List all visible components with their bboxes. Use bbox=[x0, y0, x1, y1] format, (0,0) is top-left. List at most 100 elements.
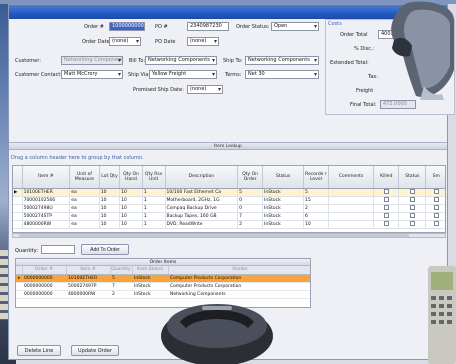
row-checkbox[interactable] bbox=[383, 205, 389, 210]
row-checkbox[interactable] bbox=[433, 213, 439, 218]
order-date-label: Order Date bbox=[82, 39, 110, 45]
table-cell: 10 bbox=[119, 188, 143, 197]
row-indicator bbox=[13, 196, 23, 205]
freight-label: Freight bbox=[356, 88, 374, 94]
column-header[interactable]: Comments bbox=[328, 166, 375, 189]
checkbox-cell bbox=[425, 196, 445, 205]
table-cell: 10 bbox=[119, 220, 143, 229]
column-header[interactable]: Sm bbox=[425, 166, 445, 189]
row-checkbox[interactable] bbox=[433, 221, 439, 226]
table-cell: 10 bbox=[119, 212, 143, 221]
column-header[interactable]: Item # bbox=[22, 166, 71, 189]
row-checkbox[interactable] bbox=[409, 189, 415, 194]
table-cell: DVD, ReadWrite bbox=[165, 220, 239, 229]
column-header[interactable]: Lot Qty bbox=[99, 166, 121, 189]
grid-header-row: Item # Unit of Measure Lot Qty Qty On Hand Q… bbox=[13, 166, 445, 189]
table-cell: ea bbox=[69, 212, 100, 221]
row-checkbox[interactable] bbox=[433, 205, 439, 210]
order-total-label: Order Total bbox=[340, 32, 368, 38]
table-cell: 10 bbox=[119, 204, 143, 213]
column-header[interactable]: Unit of Measure bbox=[69, 166, 100, 189]
customer-select[interactable]: Networking Components bbox=[61, 56, 123, 65]
table-cell: 4800000RW bbox=[22, 220, 71, 229]
ship-to-select[interactable]: Networking Components bbox=[245, 56, 319, 65]
column-header[interactable]: Status bbox=[398, 166, 427, 189]
customer-contact-select[interactable]: Matt McCrory bbox=[61, 70, 123, 79]
add-to-order-button[interactable]: Add To Order bbox=[81, 244, 129, 255]
table-cell: Computer Products Corporation bbox=[168, 274, 310, 283]
comments-cell bbox=[328, 220, 375, 229]
table-cell: Compaq Backup Drive bbox=[165, 204, 239, 213]
table-row[interactable]: 70000102566 ea 10 10 1 Motherboard, 2GHz, 1G 0… bbox=[13, 196, 445, 205]
ship-via-label: Ship Via: bbox=[128, 72, 150, 78]
column-header[interactable]: Item Status bbox=[132, 266, 169, 275]
final-total-field: 472.0000 bbox=[380, 100, 416, 109]
table-row[interactable]: 500027498U ea 10 10 1 Compaq Backup Drive 0 InS… bbox=[13, 204, 445, 213]
row-checkbox[interactable] bbox=[409, 221, 415, 226]
checkbox-cell bbox=[373, 212, 400, 221]
bill-to-select[interactable]: Networking Components bbox=[145, 56, 217, 65]
checkbox-cell bbox=[398, 204, 427, 213]
table-cell: InStock bbox=[262, 204, 304, 213]
row-checkbox[interactable] bbox=[383, 213, 389, 218]
bill-to-label: Bill To: bbox=[129, 58, 146, 64]
quantity-input[interactable] bbox=[41, 245, 75, 254]
order-status-select[interactable]: Open bbox=[271, 22, 319, 31]
column-header[interactable]: Qty On Hand bbox=[119, 166, 143, 189]
table-cell: 1 bbox=[142, 196, 166, 205]
order-items-title: Order Items bbox=[16, 259, 310, 266]
column-header[interactable]: Quantity bbox=[110, 266, 133, 275]
row-checkbox[interactable] bbox=[433, 197, 439, 202]
row-checkbox[interactable] bbox=[409, 205, 415, 210]
table-cell: InStock bbox=[262, 196, 304, 205]
group-by-hint: Drag a column header here to group by th… bbox=[11, 155, 144, 161]
table-cell: 0 bbox=[237, 204, 264, 213]
po-number-field[interactable]: 2340987230 bbox=[187, 22, 229, 31]
column-header[interactable]: Qty Rsv Unit bbox=[142, 166, 166, 189]
column-header[interactable]: Order # bbox=[22, 266, 67, 275]
order-number-field[interactable]: 1000000000 bbox=[109, 22, 145, 31]
table-cell: 10 bbox=[99, 196, 121, 205]
promised-ship-date-picker[interactable]: (none) bbox=[187, 85, 223, 94]
column-header[interactable]: Qty On Order bbox=[237, 166, 264, 189]
checkbox-cell bbox=[398, 196, 427, 205]
grid-horizontal-scrollbar[interactable] bbox=[12, 233, 446, 238]
delete-line-button[interactable]: Delete Line bbox=[17, 345, 61, 356]
list-item[interactable]: 0000000000 500027497P 7 InStock Computer Pro… bbox=[16, 282, 310, 291]
row-checkbox[interactable] bbox=[409, 197, 415, 202]
row-checkbox[interactable] bbox=[383, 189, 389, 194]
list-item[interactable]: ▸ 0000000000 10100ETHER 5 InStock Computer Pr… bbox=[16, 274, 310, 283]
checkbox-cell bbox=[425, 220, 445, 229]
scrollbar-thumb[interactable] bbox=[19, 234, 409, 237]
final-total-label: Final Total: bbox=[350, 102, 377, 108]
column-header[interactable]: Item # bbox=[66, 266, 111, 275]
row-checkbox[interactable] bbox=[409, 213, 415, 218]
row-checkbox[interactable] bbox=[383, 197, 389, 202]
table-cell: 10 bbox=[303, 220, 329, 229]
checkbox-cell bbox=[425, 188, 445, 197]
table-cell: InStock bbox=[132, 282, 168, 291]
po-date-picker[interactable]: (none) bbox=[187, 37, 219, 46]
table-cell: 10 bbox=[119, 196, 143, 205]
po-number-label: PO # bbox=[155, 24, 168, 30]
update-order-button[interactable]: Update Order bbox=[71, 345, 119, 356]
checkbox-cell bbox=[398, 212, 427, 221]
column-header[interactable]: Description bbox=[165, 166, 239, 189]
table-row[interactable]: 4800000RW ea 10 10 1 DVD, ReadWrite 2 InStock 10 bbox=[13, 220, 445, 229]
ship-via-select[interactable]: Yellow Freight bbox=[149, 70, 217, 79]
quantity-label: Quantity: bbox=[15, 248, 38, 254]
table-cell: 7 bbox=[110, 282, 132, 291]
table-cell: 0000000000 bbox=[22, 274, 66, 283]
table-row[interactable]: 5000274STP ea 10 10 1 Backup Tapes, 160 GB 7 In… bbox=[13, 212, 445, 221]
row-checkbox[interactable] bbox=[433, 189, 439, 194]
column-header[interactable]: Killed bbox=[373, 166, 400, 189]
table-cell: 10 bbox=[99, 188, 121, 197]
column-header[interactable]: Vendor bbox=[168, 266, 310, 275]
order-items-header-row: Order # Item # Quantity Item Status Vendor bbox=[16, 266, 310, 275]
order-date-picker[interactable]: (none) bbox=[109, 37, 141, 46]
column-header[interactable]: Status bbox=[262, 166, 304, 189]
terms-select[interactable]: Net 30 bbox=[245, 70, 319, 79]
row-checkbox[interactable] bbox=[383, 221, 389, 226]
column-header[interactable]: Recorde r Level bbox=[303, 166, 329, 189]
table-row[interactable]: ▶ 10100ETHER ea 10 10 1 10/100 Fast Ethernet C… bbox=[13, 188, 445, 197]
